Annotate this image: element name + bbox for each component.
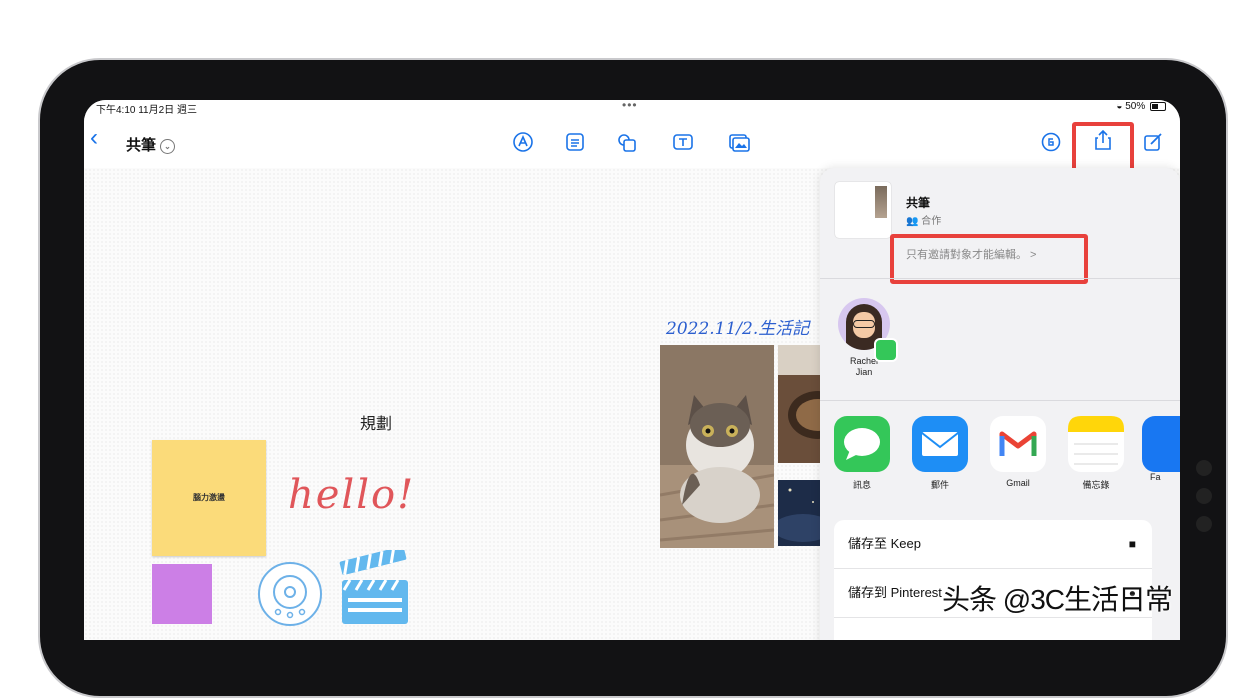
collaborate-label: 合作: [921, 216, 942, 227]
save-to-keep-action[interactable]: 儲存至 Keep ■: [834, 520, 1152, 569]
app-label: 備忘錄: [1082, 480, 1110, 490]
battery-icon: [1150, 101, 1166, 111]
contact-last-name: Jian: [855, 367, 873, 377]
battery-percent: 50%: [1125, 101, 1146, 112]
messages-badge-icon: [874, 338, 898, 362]
facebook-icon: [1142, 416, 1180, 472]
notes-icon: [1068, 416, 1124, 472]
messages-icon: [834, 416, 890, 472]
divider: [820, 400, 1180, 401]
clapperboard-sticker-icon[interactable]: [338, 550, 410, 626]
app-label: 訊息: [852, 480, 871, 490]
back-chevron-icon[interactable]: ‹: [90, 126, 98, 150]
sticky-note-purple[interactable]: [152, 564, 212, 624]
media-tool-icon[interactable]: [728, 131, 750, 153]
multitasking-dots[interactable]: •••: [622, 100, 638, 112]
chevron-down-icon[interactable]: ⌄: [160, 139, 176, 154]
toolbar: ‹ 共筆 ⌄: [84, 114, 1180, 178]
app-label: 郵件: [930, 480, 949, 490]
bookmark-icon: ■: [1128, 537, 1136, 551]
share-sheet: 共筆 👥 合作 只有邀請對象才能編輯。 > Rachel Jian 訊息 郵件 …: [820, 168, 1180, 640]
note-tool-icon[interactable]: [564, 131, 586, 153]
status-bar: 下午4:10 11月2日 週三 ••• ◒ 50%: [84, 100, 1180, 116]
gmail-icon: [990, 416, 1046, 472]
freeform-screen: 下午4:10 11月2日 週三 ••• ◒ 50% ‹ 共筆 ⌄ 規劃 腦力激盪…: [84, 100, 1180, 640]
side-button: [1196, 488, 1212, 504]
divider: [820, 278, 1180, 279]
pen-tool-icon[interactable]: [512, 131, 534, 153]
shapes-tool-icon[interactable]: [616, 131, 638, 153]
app-row: 訊息 郵件 Gmail 備忘錄 Fa: [820, 416, 1180, 496]
action-label: 儲存到 Pinterest: [848, 585, 942, 600]
document-thumbnail: [835, 182, 891, 238]
plan-label[interactable]: 規劃: [360, 410, 392, 434]
wifi-icon: ◒: [1116, 101, 1123, 112]
watermark-text: 头条 @3C生活日常: [942, 584, 1173, 615]
sticky-note-yellow[interactable]: 腦力激盪: [152, 440, 266, 556]
cat-photo[interactable]: [660, 345, 774, 548]
status-right: ◒ 50%: [1116, 101, 1166, 112]
people-icon: 👥: [906, 216, 922, 227]
permission-highlight: [890, 234, 1088, 284]
share-doc-subtitle: 👥 合作: [906, 212, 941, 227]
mail-icon: [912, 416, 968, 472]
thumbnail-photo: [875, 186, 887, 218]
date-handwriting[interactable]: 2022.11/2.生活記: [666, 314, 809, 339]
new-board-icon[interactable]: [1142, 131, 1164, 153]
app-label: Gmail: [1006, 478, 1030, 488]
avatar-glasses: [853, 320, 875, 328]
more-actions-row[interactable]: [834, 618, 1152, 640]
hello-handwriting[interactable]: hello!: [288, 472, 415, 518]
action-label: 儲存至 Keep: [848, 536, 921, 551]
side-button: [1196, 460, 1212, 476]
flower-sticker-icon[interactable]: [256, 560, 326, 630]
board-title[interactable]: 共筆 ⌄: [126, 134, 176, 155]
side-buttons: [1196, 460, 1216, 544]
app-mail[interactable]: 郵件: [910, 416, 970, 491]
text-box-tool-icon[interactable]: [672, 131, 694, 153]
app-label: Fa: [1150, 472, 1161, 482]
undo-history-icon[interactable]: [1040, 131, 1062, 153]
side-button: [1196, 516, 1212, 532]
share-doc-title: 共筆: [906, 196, 931, 210]
app-facebook[interactable]: Fa: [1142, 416, 1180, 482]
app-notes[interactable]: 備忘錄: [1066, 416, 1126, 491]
app-gmail[interactable]: Gmail: [988, 416, 1048, 488]
app-messages[interactable]: 訊息: [832, 416, 892, 491]
board-title-text: 共筆: [126, 137, 157, 154]
